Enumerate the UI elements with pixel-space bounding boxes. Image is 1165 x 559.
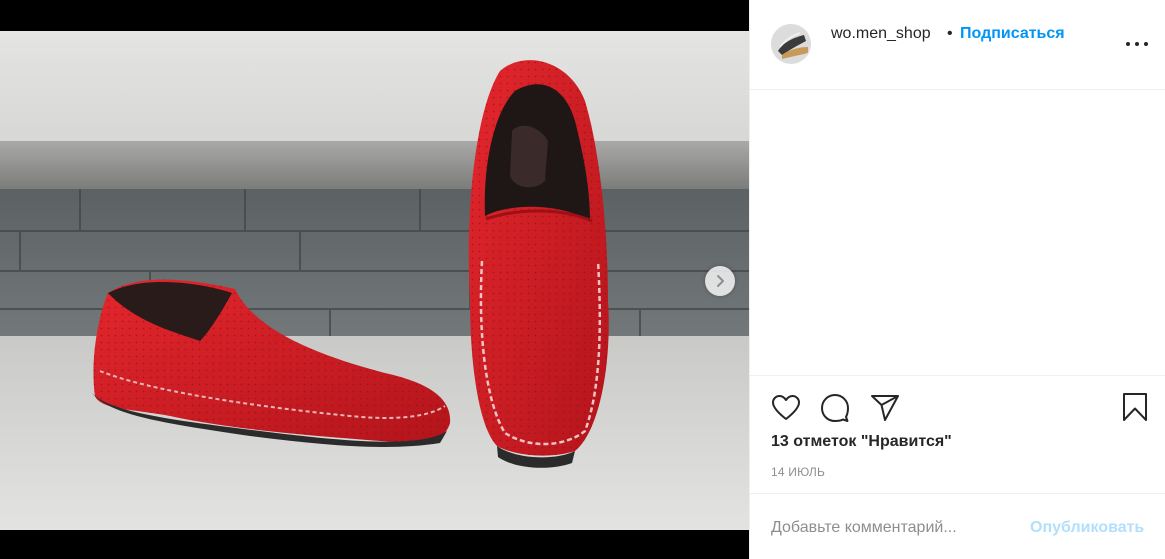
next-image-button[interactable] <box>705 266 735 296</box>
add-comment-bar: Опубликовать <box>750 493 1165 559</box>
share-icon <box>871 395 899 421</box>
shoe-photo-illustration <box>0 31 749 530</box>
heart-icon <box>772 395 800 420</box>
more-horizontal-icon <box>1144 42 1148 46</box>
more-horizontal-icon <box>1135 42 1139 46</box>
comment-input[interactable] <box>771 516 1021 540</box>
publish-button[interactable]: Опубликовать <box>1030 519 1144 537</box>
follow-button[interactable]: Подписаться <box>960 25 1065 43</box>
username-link[interactable]: wo.men_shop <box>831 25 931 43</box>
post-side-panel: wo.men_shop • Подписаться 13 отметок "Нр… <box>749 0 1165 559</box>
chevron-right-icon <box>717 275 724 287</box>
post-date[interactable]: 14 ИЮЛЬ <box>771 465 825 479</box>
avatar-image <box>772 25 810 63</box>
post-photo[interactable] <box>0 31 749 530</box>
more-options-button[interactable] <box>1126 36 1148 52</box>
like-button[interactable] <box>769 391 803 425</box>
bookmark-icon <box>1123 393 1147 421</box>
more-horizontal-icon <box>1126 42 1130 46</box>
share-button[interactable] <box>868 391 902 425</box>
right-shoe <box>468 60 609 468</box>
likes-count[interactable]: 13 отметок "Нравится" <box>771 433 952 451</box>
separator-dot: • <box>947 25 953 42</box>
save-button[interactable] <box>1118 390 1152 424</box>
comment-icon <box>821 394 849 422</box>
post-actions: 13 отметок "Нравится" 14 ИЮЛЬ <box>750 375 1165 493</box>
avatar[interactable] <box>771 24 811 64</box>
comment-button[interactable] <box>818 391 852 425</box>
post-header: wo.men_shop • Подписаться <box>750 0 1165 90</box>
comments-area <box>750 91 1165 375</box>
post-media <box>0 0 749 559</box>
